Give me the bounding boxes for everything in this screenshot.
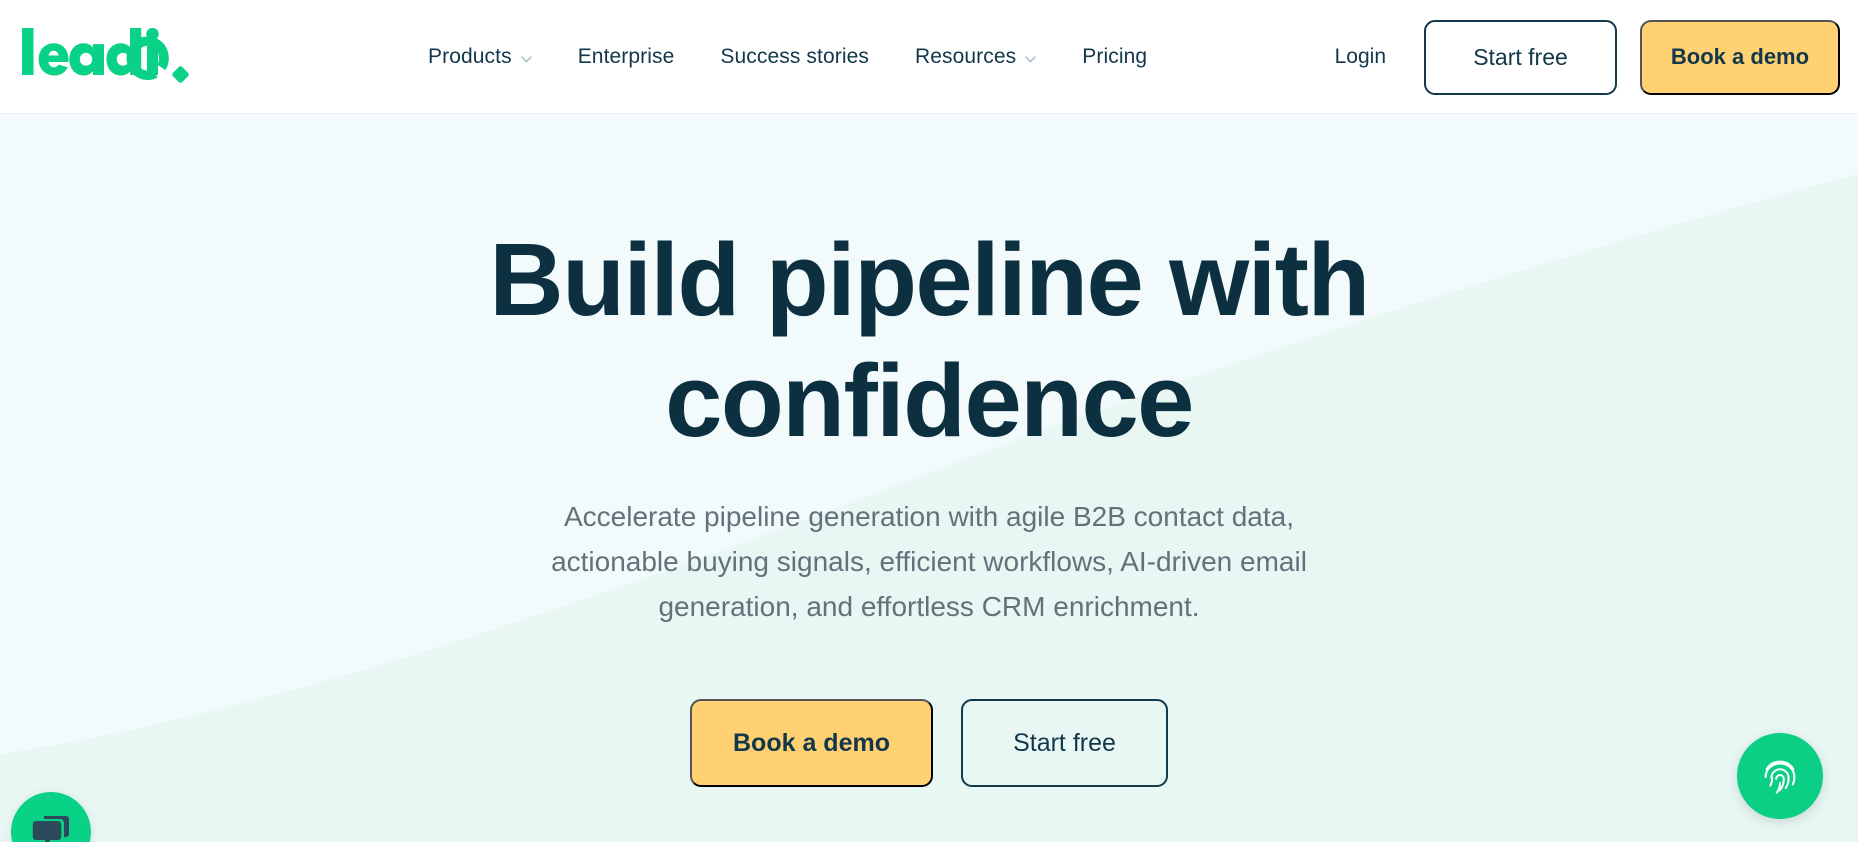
header-book-demo-button[interactable]: Book a demo	[1640, 19, 1840, 95]
site-header: Products Enterprise Success stories Reso…	[0, 0, 1858, 114]
header-start-free-button[interactable]: Start free	[1424, 19, 1617, 95]
nav-item-products[interactable]: Products	[405, 0, 555, 114]
headline-line-1: Build pipeline with	[489, 222, 1370, 337]
leadiq-logo-icon	[22, 28, 189, 83]
chevron-down-icon	[520, 55, 532, 63]
hero-book-demo-button[interactable]: Book a demo	[690, 699, 933, 788]
headline-line-2: confidence	[665, 342, 1194, 458]
main-nav: Products Enterprise Success stories Reso…	[405, 0, 1170, 114]
page-title: Build pipeline with confidence	[0, 220, 1858, 461]
login-link[interactable]: Login	[1309, 45, 1412, 69]
nav-item-label: Products	[428, 45, 512, 68]
hero-section: Build pipeline with confidence Accelerat…	[0, 114, 1858, 842]
hero-subheadline: Accelerate pipeline generation with agil…	[551, 501, 1307, 622]
nav-item-label: Pricing	[1082, 45, 1148, 68]
fingerprint-widget-button[interactable]	[1737, 733, 1823, 819]
fingerprint-icon	[1764, 760, 1796, 794]
hero-content: Build pipeline with confidence Accelerat…	[0, 220, 1858, 788]
nav-item-resources[interactable]: Resources	[892, 0, 1059, 114]
hero-start-free-button[interactable]: Start free	[961, 699, 1168, 788]
nav-item-success-stories[interactable]: Success stories	[697, 0, 892, 114]
page-root: Products Enterprise Success stories Reso…	[0, 0, 1858, 842]
chevron-down-icon	[1025, 55, 1037, 63]
nav-item-label: Resources	[914, 45, 1017, 68]
nav-item-enterprise[interactable]: Enterprise	[555, 0, 698, 114]
header-actions: Login Start free Book a demo	[1309, 0, 1840, 114]
leadiq-logo[interactable]	[22, 27, 222, 87]
nav-item-pricing[interactable]: Pricing	[1059, 0, 1170, 114]
hero-cta-row: Book a demo Start free	[0, 699, 1858, 788]
nav-item-label: Success stories	[720, 45, 869, 68]
chat-bubbles-icon	[32, 816, 69, 842]
nav-item-label: Enterprise	[577, 45, 675, 68]
